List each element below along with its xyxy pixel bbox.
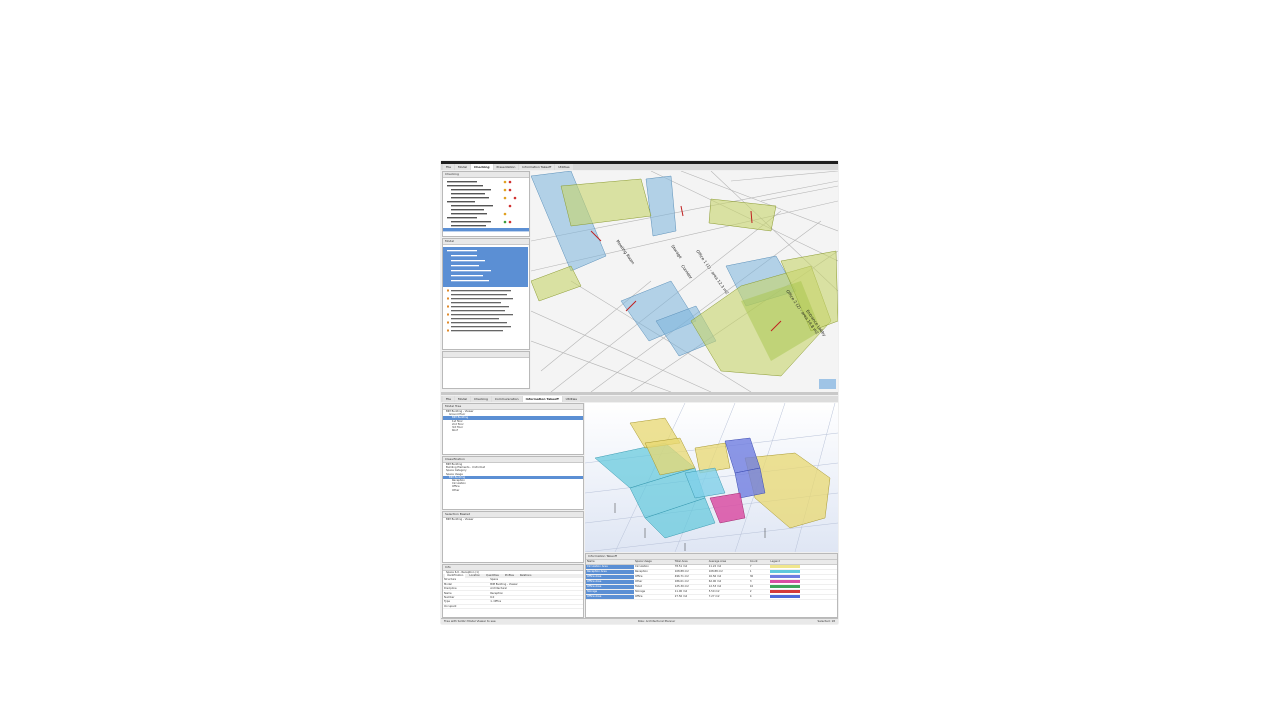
top-info-header	[443, 352, 529, 358]
basket-item[interactable]: BIM Building - Viewer	[443, 518, 583, 521]
status-left: Free with Solibri Model Viewer to see	[444, 619, 496, 623]
info-tab[interactable]: Relations	[518, 574, 533, 578]
top-tab[interactable]: Utilities	[555, 164, 573, 170]
top-tab[interactable]: Information Takeoff	[519, 164, 555, 170]
status-selected: Selected: 18	[817, 619, 835, 623]
legend-swatch	[770, 589, 801, 593]
space-label: Corridor	[680, 264, 694, 280]
bottom-tab-bar: File Model Checking Communication Inform…	[441, 396, 838, 402]
model-tree-panel: Model Tree BIM Building - Viewer Ground …	[442, 403, 584, 455]
classification-item[interactable]: Other	[443, 489, 583, 492]
top-tab[interactable]: Presentation	[493, 164, 519, 170]
status-right: Role: Architectural Planner	[637, 619, 676, 623]
takeoff-cell: 7.27 m2	[707, 594, 749, 600]
selection-basket-panel: Selection Basket BIM Building - Viewer	[442, 511, 584, 563]
takeoff-row[interactable]: Office Area Office 27.50 m2 7.27 m2 4	[586, 594, 837, 600]
screenshot-collage: File Model Checking Presentation Informa…	[441, 161, 838, 624]
takeoff-cell: 27.50 m2	[673, 594, 708, 600]
bottom-tab[interactable]: File	[443, 396, 455, 402]
rules-panel: Checking	[442, 171, 530, 237]
status-bar: Free with Solibri Model Viewer to see Ro…	[441, 618, 838, 624]
takeoff-cell: Office	[633, 594, 674, 600]
info-row: Occupant	[443, 604, 583, 609]
bottom-tab[interactable]: Checking	[471, 396, 491, 402]
top-info-panel	[442, 351, 530, 389]
information-takeoff-panel: Information Takeoff Name Space Usage Tot…	[585, 553, 838, 618]
takeoff-3d-scene[interactable]	[585, 403, 838, 552]
legend-swatch	[770, 584, 801, 588]
legend-swatch	[770, 569, 801, 573]
info-properties-table: Structure Space Model BIM Building - Viewe…	[443, 578, 583, 609]
legend-swatch	[770, 564, 801, 568]
space-label: Meeting Room	[615, 239, 636, 266]
info-tab[interactable]: Location	[467, 574, 482, 578]
top-tab-bar: File Model Checking Presentation Informa…	[441, 164, 838, 170]
model-list[interactable]	[443, 245, 530, 350]
navigation-cube-icon[interactable]	[819, 379, 836, 389]
model-panel: Model	[442, 238, 530, 350]
takeoff-legend-cell	[769, 594, 837, 600]
bottom-3d-viewport[interactable]	[585, 403, 838, 552]
top-tab[interactable]: Model	[455, 164, 471, 170]
info-panel: Info Space 6.0 - Reception (1) Identific…	[442, 564, 584, 618]
top-3d-viewport[interactable]: Office 1 (1) - area 12.3 m2 Storage Corr…	[531, 171, 838, 392]
bottom-tab-active[interactable]: Information Takeoff	[522, 396, 562, 402]
classification-panel: Classification BIM Building Building Ele…	[442, 456, 584, 510]
takeoff-cell: Office Area	[586, 594, 634, 600]
bottom-tab[interactable]: Utilities	[562, 396, 580, 402]
top-tab[interactable]: File	[443, 164, 455, 170]
legend-swatch	[770, 579, 801, 583]
takeoff-body: Circulation Area Circulation 78.51 m2 11.22…	[586, 564, 837, 600]
takeoff-table: Name Space Usage Total Area Average Area…	[586, 560, 837, 600]
bottom-tab[interactable]: Model	[455, 396, 471, 402]
top-tab-active[interactable]: Checking	[471, 164, 493, 170]
legend-swatch	[770, 574, 801, 578]
top-application-window: File Model Checking Presentation Informa…	[441, 161, 838, 392]
takeoff-cell: 4	[748, 594, 770, 600]
checking-3d-scene[interactable]: Office 1 (1) - area 12.3 m2 Storage Corr…	[531, 171, 838, 392]
rules-tree[interactable]	[443, 178, 530, 237]
space-label: Office 1 (1) - area 12.3 m2	[695, 249, 730, 296]
info-tab[interactable]: Profiles	[503, 574, 516, 578]
space-label: Storage	[670, 244, 683, 260]
tree-item[interactable]: Roof	[443, 429, 583, 432]
bottom-title-bar	[441, 392, 838, 395]
bottom-tab[interactable]: Communication	[491, 396, 522, 402]
bottom-application-window: File Model Checking Communication Inform…	[441, 392, 838, 624]
legend-swatch	[770, 594, 801, 598]
